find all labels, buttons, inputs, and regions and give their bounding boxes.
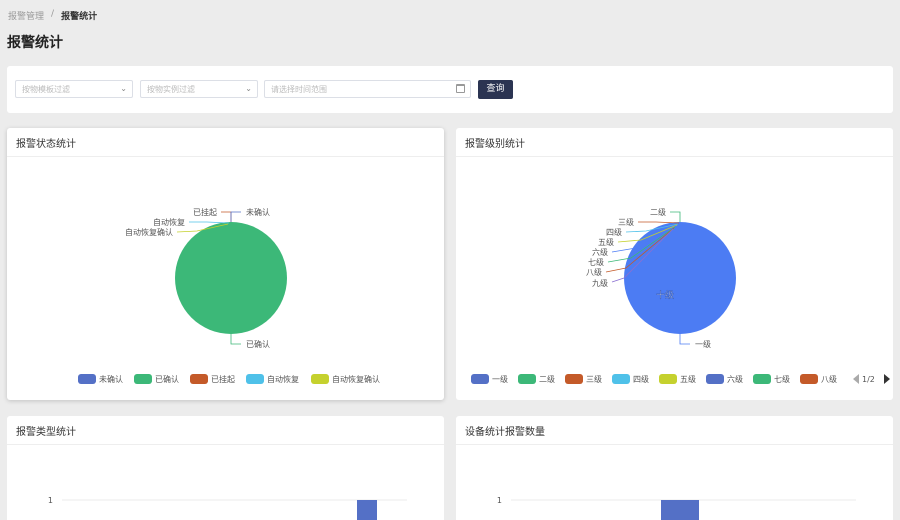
legend-item-unconfirmed[interactable]: 未确认 (78, 374, 123, 384)
breadcrumb-parent[interactable]: 报警管理 (8, 9, 44, 22)
type-stats-card: 报警类型统计 1 (7, 416, 444, 520)
legend-next-icon[interactable] (884, 374, 890, 384)
svg-text:一级: 一级 (492, 374, 508, 384)
svg-text:五级: 五级 (680, 374, 696, 384)
svg-text:四级: 四级 (633, 374, 649, 384)
svg-text:六级: 六级 (727, 374, 743, 384)
leader-line-level-1 (679, 334, 690, 345)
svg-text:已挂起: 已挂起 (211, 374, 235, 384)
label-level-3: 三级 (618, 217, 634, 227)
legend-item-level-6[interactable]: 六级 (706, 374, 743, 384)
device-stats-card: 设备统计报警数量 1 (456, 416, 893, 520)
svg-text:七级: 七级 (774, 374, 790, 384)
leader-line-level-2 (670, 211, 681, 222)
filter-bar: 按物模板过滤 ⌄ 按物实例过滤 ⌄ 请选择时间范围 查询 (7, 66, 893, 113)
label-suspended: 已挂起 (193, 207, 217, 217)
level-stats-card: 报警级别统计 十级 二级 三级 四级 五级 六级 七级 八级 九级 一级 一级 … (456, 128, 893, 400)
calendar-icon (456, 84, 465, 93)
legend-page-indicator: 1/2 (862, 375, 875, 384)
chevron-down-icon: ⌄ (120, 84, 127, 93)
instance-filter-placeholder: 按物实例过滤 (147, 85, 195, 94)
label-level-9: 九级 (592, 278, 608, 288)
label-level-2: 二级 (650, 207, 666, 217)
instance-filter-select[interactable]: 按物实例过滤 ⌄ (140, 80, 258, 98)
date-range-placeholder: 请选择时间范围 (271, 85, 327, 94)
legend-item-auto-recover-confirm[interactable]: 自动恢复确认 (311, 374, 380, 384)
legend-item-auto-recover[interactable]: 自动恢复 (246, 374, 299, 384)
query-button[interactable]: 查询 (478, 80, 513, 99)
leader-line-level-3 (638, 221, 680, 224)
legend-prev-icon[interactable] (853, 374, 859, 384)
bar[interactable] (661, 500, 699, 520)
y-tick-label: 1 (497, 496, 502, 505)
svg-text:自动恢复: 自动恢复 (267, 374, 299, 384)
label-auto-recover: 自动恢复 (153, 217, 185, 227)
device-bar-chart: 1 (497, 496, 856, 520)
legend-item-level-4[interactable]: 四级 (612, 374, 649, 384)
svg-text:自动恢复确认: 自动恢复确认 (332, 374, 380, 384)
svg-text:二级: 二级 (539, 374, 555, 384)
svg-text:三级: 三级 (586, 374, 602, 384)
label-auto-recover-confirm: 自动恢复确认 (125, 227, 173, 237)
status-pie-chart: 已挂起 未确认 自动恢复 自动恢复确认 已确认 未确认 已确认 已挂起 自动恢复… (78, 207, 380, 384)
leader-line-confirmed (230, 334, 241, 345)
svg-text:八级: 八级 (821, 374, 837, 384)
breadcrumb: 报警管理 / 报警统计 (8, 9, 97, 22)
legend-item-level-1[interactable]: 一级 (471, 374, 508, 384)
pie-inner-label: 十级 (656, 289, 674, 301)
leader-line-unconfirmed (230, 211, 241, 222)
leader-line-suspended (221, 211, 232, 222)
type-bar-chart: 1 (48, 496, 407, 520)
status-stats-card: 报警状态统计 已挂起 未确认 自动恢复 自动恢复确认 已确认 未确认 已确认 已… (7, 128, 444, 400)
legend-item-suspended[interactable]: 已挂起 (190, 374, 235, 384)
svg-text:未确认: 未确认 (99, 374, 123, 384)
label-level-8: 八级 (586, 267, 602, 277)
legend-item-confirmed[interactable]: 已确认 (134, 374, 179, 384)
label-level-1: 一级 (695, 339, 711, 349)
chevron-down-icon: ⌄ (245, 84, 252, 93)
pie-slice-level-10[interactable] (624, 222, 736, 334)
y-tick-label: 1 (48, 496, 53, 505)
legend-item-level-5[interactable]: 五级 (659, 374, 696, 384)
date-range-picker[interactable]: 请选择时间范围 (264, 80, 471, 98)
legend-item-level-7[interactable]: 七级 (753, 374, 790, 384)
template-filter-placeholder: 按物模板过滤 (22, 85, 70, 94)
label-confirmed: 已确认 (246, 339, 270, 349)
legend-item-level-8[interactable]: 八级 (800, 374, 837, 384)
legend-item-level-2[interactable]: 二级 (518, 374, 555, 384)
legend-item-level-3[interactable]: 三级 (565, 374, 602, 384)
leader-line-auto-recover (189, 221, 230, 224)
svg-text:已确认: 已确认 (155, 374, 179, 384)
page-title: 报警统计 (7, 35, 63, 51)
label-level-4: 四级 (606, 227, 622, 237)
bar[interactable] (357, 500, 377, 520)
breadcrumb-current: 报警统计 (61, 12, 98, 22)
label-level-6: 六级 (592, 247, 608, 257)
level-pie-chart: 十级 二级 三级 四级 五级 六级 七级 八级 九级 一级 一级 二级 三级 四… (471, 207, 890, 384)
pie-slice-confirmed[interactable] (175, 222, 287, 334)
breadcrumb-separator: / (51, 9, 55, 19)
label-unconfirmed: 未确认 (246, 207, 270, 217)
template-filter-select[interactable]: 按物模板过滤 ⌄ (15, 80, 133, 98)
label-level-5: 五级 (598, 237, 614, 247)
label-level-7: 七级 (588, 257, 604, 267)
